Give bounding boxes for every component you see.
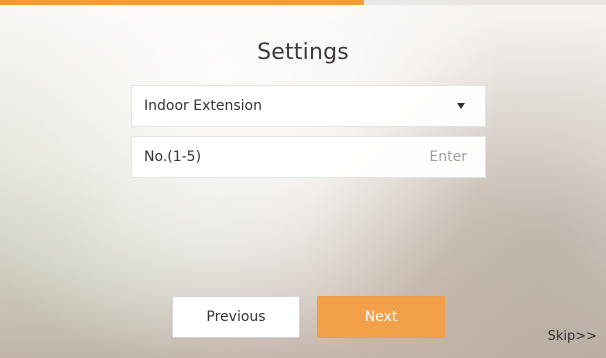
number-field-label: No.(1-5) — [144, 149, 202, 165]
setup-progress-fill — [0, 0, 364, 5]
skip-link[interactable]: Skip>> — [548, 329, 597, 344]
role-dropdown[interactable]: Indoor Extension — [131, 85, 486, 127]
number-field[interactable]: No.(1-5) — [131, 136, 486, 178]
chevron-down-icon — [453, 98, 469, 114]
previous-button[interactable]: Previous — [172, 296, 300, 338]
next-button[interactable]: Next — [317, 296, 445, 338]
role-dropdown-value: Indoor Extension — [144, 98, 262, 114]
page-title: Settings — [257, 40, 349, 65]
number-input[interactable] — [345, 148, 469, 166]
setup-progress-track — [0, 0, 606, 5]
